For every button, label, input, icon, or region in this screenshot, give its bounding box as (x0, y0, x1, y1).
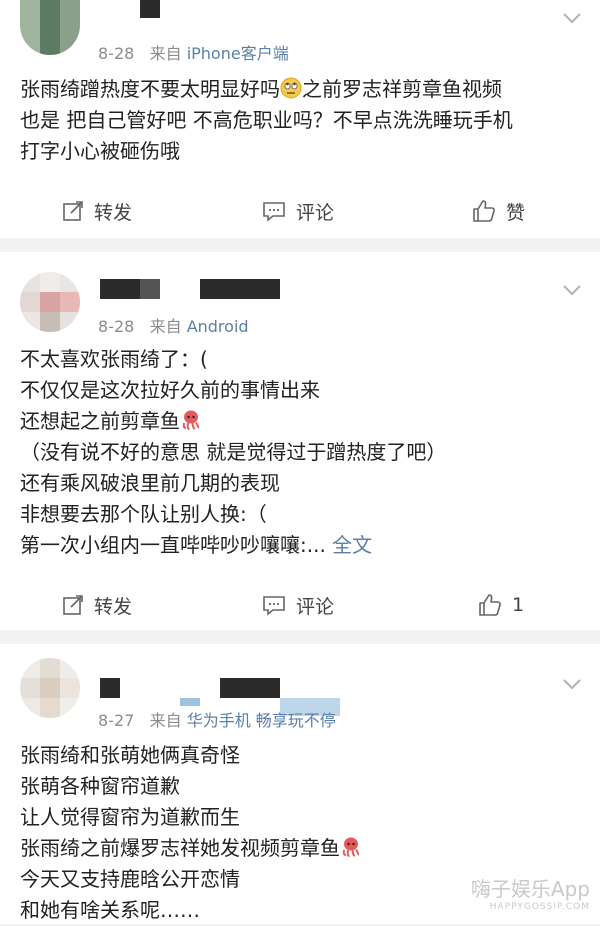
like-button[interactable]: 赞 (472, 183, 525, 239)
eye-roll-emoji-icon (280, 77, 302, 99)
username-blurred[interactable] (140, 0, 160, 18)
comment-button[interactable]: 评论 (262, 183, 334, 239)
username-blurred[interactable] (200, 279, 280, 299)
content-line: 张雨绮之前爆罗志祥她发视频剪章鱼 (20, 836, 340, 860)
post-meta: 8-28 来自 Android (98, 313, 249, 337)
repost-label: 转发 (94, 595, 133, 618)
post-source[interactable]: Android (187, 317, 249, 336)
content-line: 张雨绮和张萌她俩真奇怪 (20, 743, 240, 767)
repost-label: 转发 (94, 201, 133, 224)
post-content: 张雨绮蹭热度不要太明显好吗 之前罗志祥剪章鱼视频 也是 把自己管好吧 不高危职业吗… (20, 74, 580, 167)
thumbs-up-icon (473, 200, 495, 222)
content-line: 打字小心被砸伤哦 (20, 139, 180, 163)
avatar[interactable] (20, 272, 80, 332)
post-3: 8-27 来自 华为手机 畅享玩不停 张雨绮和张萌她俩真奇怪 张萌各种窗帘道歉 … (0, 644, 600, 924)
post-date: 8-27 (98, 711, 135, 730)
chevron-down-icon[interactable] (562, 280, 582, 300)
content-line: 还想起之前剪章鱼 (20, 409, 180, 433)
repost-button[interactable]: 转发 (62, 183, 132, 239)
repost-icon (63, 595, 83, 615)
chevron-down-icon[interactable] (562, 674, 582, 694)
repost-button[interactable]: 转发 (62, 577, 132, 633)
content-line: （没有说不好的意思 就是觉得过于蹭热度了吧） (20, 440, 447, 464)
username-blurred[interactable] (140, 279, 160, 299)
from-label: 来自 (149, 317, 182, 336)
post-meta: 8-27 来自 华为手机 畅享玩不停 (98, 707, 336, 731)
content-line: 第一次小组内一直哔哔吵吵嚷嚷:... (20, 533, 326, 557)
like-label: 赞 (506, 201, 526, 224)
divider (0, 238, 600, 252)
content-line: 非想要去那个队让别人换:（ (20, 502, 267, 526)
username-blurred[interactable] (100, 678, 120, 698)
from-label: 来自 (149, 44, 182, 63)
like-count: 1 (512, 594, 525, 616)
username-blurred[interactable] (180, 698, 200, 706)
post-actions: 转发 评论 赞 (0, 183, 600, 239)
post-actions: 转发 评论 1 (0, 577, 600, 633)
avatar[interactable] (20, 658, 80, 718)
watermark-main: 嗨子娱乐App (470, 877, 590, 901)
comment-button[interactable]: 评论 (262, 577, 334, 633)
comment-icon (263, 202, 285, 222)
octopus-emoji-icon (342, 837, 360, 857)
content-line: 之前罗志祥剪章鱼视频 (302, 77, 502, 101)
post-source[interactable]: iPhone客户端 (187, 44, 289, 63)
post-content: 不太喜欢张雨绮了：( 不仅仅是这次拉好久前的事情出来 还想起之前剪章鱼 （没有说… (20, 344, 580, 561)
post-1: 8-28 来自 iPhone客户端 张雨绮蹭热度不要太明显好吗 之前罗志祥剪章鱼视… (0, 0, 600, 238)
expand-full-text-link[interactable]: 全文 (332, 533, 372, 557)
content-line: 张雨绮蹭热度不要太明显好吗 (20, 77, 280, 101)
comment-label: 评论 (296, 595, 335, 618)
content-line: 张萌各种窗帘道歉 (20, 774, 180, 798)
octopus-emoji-icon (182, 410, 200, 430)
post-source[interactable]: 华为手机 畅享玩不停 (187, 711, 336, 730)
post-2: 8-28 来自 Android 不太喜欢张雨绮了：( 不仅仅是这次拉好久前的事情… (0, 252, 600, 630)
like-button[interactable]: 1 (478, 577, 524, 633)
content-line: 不太喜欢张雨绮了：( (20, 347, 208, 371)
post-date: 8-28 (98, 44, 135, 63)
watermark-sub: HAPPYGOSSIP.COM (489, 902, 590, 912)
thumbs-up-icon (479, 594, 501, 616)
username-blurred[interactable] (100, 279, 140, 299)
watermark: 嗨子娱乐App HAPPYGOSSIP.COM (471, 873, 590, 912)
repost-icon (63, 201, 83, 221)
post-meta: 8-28 来自 iPhone客户端 (98, 40, 289, 64)
comment-label: 评论 (296, 201, 335, 224)
content-line: 不仅仅是这次拉好久前的事情出来 (20, 378, 320, 402)
divider (0, 630, 600, 644)
content-line: 也是 把自己管好吧 不高危职业吗？不早点洗洗睡玩手机 (20, 108, 513, 132)
from-label: 来自 (149, 711, 182, 730)
username-blurred[interactable] (220, 678, 280, 698)
content-line: 让人觉得窗帘为道歉而生 (20, 805, 240, 829)
chevron-down-icon[interactable] (562, 8, 582, 28)
content-line: 还有乘风破浪里前几期的表现 (20, 471, 280, 495)
comment-icon (263, 596, 285, 616)
avatar[interactable] (20, 0, 80, 55)
post-date: 8-28 (98, 317, 135, 336)
